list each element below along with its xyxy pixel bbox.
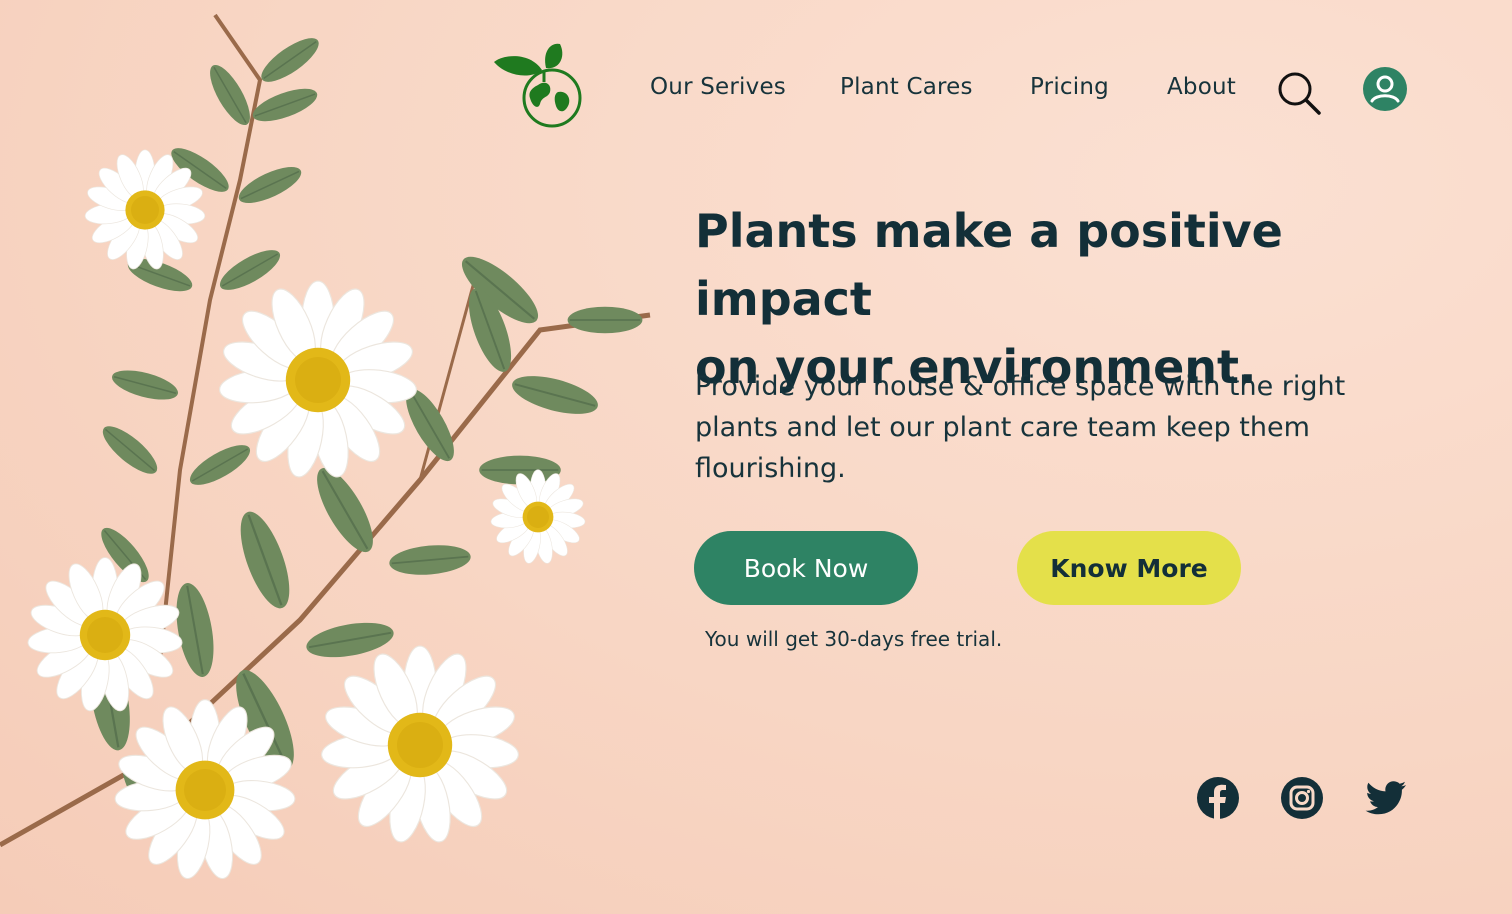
nav-item-pricing[interactable]: Pricing	[1030, 74, 1109, 100]
trial-note: You will get 30-days free trial.	[705, 627, 1003, 651]
nav-item-about[interactable]: About	[1167, 74, 1236, 100]
instagram-icon[interactable]	[1280, 776, 1324, 820]
book-now-button[interactable]: Book Now	[694, 531, 918, 605]
search-icon[interactable]	[1276, 70, 1322, 116]
nav-item-plant-cares[interactable]: Plant Cares	[840, 74, 973, 100]
nav-item-our-services[interactable]: Our Serives	[650, 74, 786, 100]
user-avatar-icon[interactable]	[1362, 66, 1408, 112]
twitter-icon[interactable]	[1364, 776, 1408, 820]
flower-illustration	[0, 13, 651, 882]
globe-leaf-icon[interactable]	[490, 40, 590, 130]
know-more-button[interactable]: Know More	[1017, 531, 1241, 605]
facebook-icon[interactable]	[1196, 776, 1240, 820]
hero-description: Provide your house & office space with t…	[695, 371, 1346, 484]
headline-line-1: Plants make a positive impact	[695, 204, 1283, 326]
